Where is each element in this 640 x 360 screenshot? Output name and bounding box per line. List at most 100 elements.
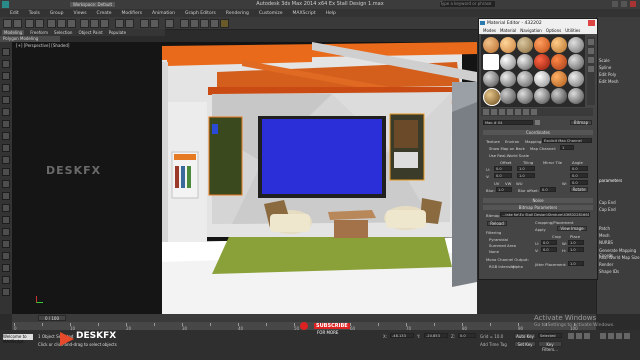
crop-u-field[interactable]: 0.0 [541,240,557,245]
tool-icon-9[interactable] [2,144,10,152]
sample-slot[interactable] [483,37,499,53]
time-slider[interactable]: 0 / 100 [12,314,596,322]
add-time-tag[interactable]: Add Time Tag [480,342,507,347]
tool-icon-10[interactable] [2,156,10,164]
show-map-on-back-checkbox[interactable]: Show Map on Back [489,146,525,151]
tool-icon-1[interactable] [2,48,10,56]
sample-slot[interactable] [551,37,567,53]
none-radio[interactable]: None [489,249,499,254]
menu-customize[interactable]: Customize [259,11,283,16]
jitter-placement-checkbox[interactable]: Jitter Placement: [535,262,567,267]
vw-radio[interactable]: VW [505,181,511,186]
play-icon[interactable] [568,333,574,339]
crop-h-field[interactable]: 1.0 [568,247,584,252]
undo-icon[interactable] [3,19,12,28]
place-radio[interactable]: Place [570,234,580,239]
tool-icon-6[interactable] [2,108,10,116]
me-menu-utilities[interactable]: Utilities [565,28,580,33]
sample-slot[interactable] [534,54,550,70]
get-material-icon[interactable] [483,109,489,115]
menu-graph-editors[interactable]: Graph Editors [185,11,216,16]
cmd-item-edit-poly[interactable]: Edit Poly [599,72,616,77]
cmd-shape-ids[interactable]: Shape IDs [599,269,619,274]
tool-icon-16[interactable] [2,228,10,236]
tab-modeling[interactable]: Modeling [2,30,25,35]
tab-object-paint[interactable]: Object Paint [78,30,102,35]
cmd-patch[interactable]: Patch [599,226,610,231]
v-tiling-field[interactable]: 1.0 [517,173,535,178]
sample-slot[interactable] [568,37,584,53]
map-name-field[interactable]: Map # 04 [483,120,533,125]
material-editor-titlebar[interactable]: Material Editor - 432202 [479,19,597,27]
select-by-name-icon[interactable] [57,19,66,28]
unlink-icon[interactable] [35,19,44,28]
sample-slot[interactable] [551,54,567,70]
maximize-icon[interactable] [621,1,627,7]
rotate-button[interactable]: Rotate [570,187,588,192]
w-angle-field[interactable]: 0.0 [570,180,588,185]
subscribe-button[interactable]: SUBSCRIBE [314,323,350,329]
sample-slot[interactable] [517,71,533,87]
render-icon[interactable] [220,19,229,28]
viewport-label[interactable]: [+] [Perspective] [Shaded] [16,43,70,48]
sample-slot[interactable] [500,37,516,53]
crop-v-field[interactable]: 0.0 [541,247,557,252]
cmd-item-spline[interactable]: Spline [599,65,611,70]
key-filters-button[interactable]: Key Filters... [538,341,562,352]
move-icon[interactable] [80,19,89,28]
u-angle-field[interactable]: 0.0 [570,166,588,171]
me-menu-material[interactable]: Material [500,28,516,33]
app-logo-icon[interactable] [2,1,9,8]
cmd-item-scale[interactable]: Scale [599,58,610,63]
tool-icon-13[interactable] [2,192,10,200]
tool-icon-17[interactable] [2,240,10,248]
texture-radio[interactable]: Texture [486,139,500,144]
background-icon[interactable] [588,57,594,63]
sample-slot[interactable] [517,37,533,53]
cmd-cap-start[interactable]: Cap End [599,200,616,205]
angle-snap-icon[interactable] [125,19,134,28]
sample-slot[interactable] [483,54,499,70]
eyedropper-icon[interactable] [535,120,540,125]
y-coordinate-field[interactable]: -20.853 [424,333,448,338]
sample-type-icon[interactable] [588,39,594,45]
jitter-field[interactable]: 1.0 [568,261,584,266]
sample-slot[interactable] [568,71,584,87]
sample-slot[interactable] [500,54,516,70]
pan-icon[interactable] [608,333,614,339]
assign-material-icon[interactable] [499,109,505,115]
material-editor-close-icon[interactable] [588,20,595,26]
region-select-icon[interactable] [67,19,76,28]
cmd-parameters-header[interactable]: parameters [599,178,622,183]
next-frame-icon[interactable] [576,333,582,339]
menu-group[interactable]: Group [50,11,64,16]
sample-slot[interactable] [534,37,550,53]
tool-icon-8[interactable] [2,132,10,140]
menu-animation[interactable]: Animation [152,11,175,16]
maxscript-listener[interactable]: Welcome to MAXScript. [3,334,33,344]
tab-selection[interactable]: Selection [54,30,72,35]
map-type-button[interactable]: Bitmap [570,120,592,125]
tool-icon-21[interactable] [2,288,10,296]
summed-area-radio[interactable]: Summed Area [489,243,516,248]
sample-slot[interactable] [500,71,516,87]
menu-edit[interactable]: Edit [10,11,19,16]
snap-icon[interactable] [115,19,124,28]
material-editor-icon[interactable] [200,19,209,28]
use-real-world-checkbox[interactable]: Use Real-World Scale [489,153,529,158]
sample-slot[interactable] [568,88,584,104]
tool-icon-2[interactable] [2,60,10,68]
tool-icon-19[interactable] [2,264,10,272]
tool-icon-14[interactable] [2,204,10,212]
tool-icon-7[interactable] [2,120,10,128]
tab-populate[interactable]: Populate [109,30,126,35]
sample-slot[interactable] [517,88,533,104]
select-icon[interactable] [47,19,56,28]
tool-icon-15[interactable] [2,216,10,224]
set-key-button[interactable]: Set Key [514,341,536,347]
me-menu-modes[interactable]: Modes [483,28,496,33]
put-to-scene-icon[interactable] [491,109,497,115]
workspace-dropdown[interactable]: Workspace: Default [70,2,116,7]
cmd-real-world[interactable]: Real-World Map Size [599,255,640,260]
tool-icon-3[interactable] [2,72,10,80]
